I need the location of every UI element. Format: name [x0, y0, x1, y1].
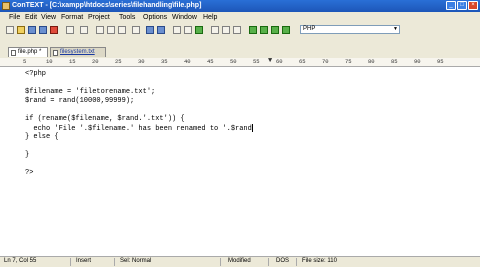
file-icon	[11, 50, 16, 56]
close-button[interactable]: ×	[468, 1, 478, 10]
user-exec-4-icon[interactable]	[282, 26, 290, 34]
copy-icon[interactable]	[107, 26, 115, 34]
menu-edit[interactable]: Edit	[25, 14, 37, 22]
line-ending-format: DOS	[276, 258, 290, 264]
menu-format[interactable]: Format	[61, 14, 83, 22]
code-line: } else {	[25, 133, 59, 141]
user-exec-1-icon[interactable]	[249, 26, 257, 34]
ruler-tick: 60	[276, 58, 283, 65]
code-line: ?>	[25, 169, 34, 177]
new-file-icon[interactable]	[6, 26, 14, 34]
ruler-tick: 95	[437, 58, 444, 65]
insert-mode: Insert	[76, 258, 92, 264]
save-all-icon[interactable]	[39, 26, 47, 34]
maximize-button[interactable]: □	[457, 1, 467, 10]
toolbar	[0, 23, 480, 38]
word-wrap-icon[interactable]	[233, 26, 241, 34]
ruler-tick: 5	[23, 58, 27, 65]
code-line: <?php	[25, 70, 47, 78]
tab-file-php[interactable]: file.php *	[8, 47, 48, 57]
ruler-tick: 30	[138, 58, 145, 65]
divider	[70, 258, 71, 266]
menu-project[interactable]: Project	[88, 14, 110, 22]
language-select[interactable]: PHP ▼	[300, 25, 400, 34]
selection-mode: Sel: Normal	[120, 258, 152, 264]
redo-icon[interactable]	[157, 26, 165, 34]
ruler-tick: 40	[184, 58, 191, 65]
divider	[268, 258, 269, 266]
ruler-tick: 20	[92, 58, 99, 65]
delete-icon[interactable]	[132, 26, 140, 34]
menu-file[interactable]: File	[9, 14, 20, 22]
divider	[220, 258, 221, 266]
ruler-tick: 85	[391, 58, 398, 65]
ruler-tick: 90	[414, 58, 421, 65]
tab-label: file.php *	[18, 49, 42, 55]
file-icon	[53, 50, 58, 56]
ruler-column-marker: ▼	[268, 57, 273, 65]
ruler-tick: 80	[368, 58, 375, 65]
menu-tools[interactable]: Tools	[119, 14, 135, 22]
ruler-tick: 70	[322, 58, 329, 65]
menu-window[interactable]: Window	[172, 14, 197, 22]
code-line: }	[25, 151, 30, 159]
code-line: if (rename($filename, $rand.'.txt')) {	[25, 115, 185, 123]
text-caret	[251, 124, 253, 132]
find-next-icon[interactable]	[184, 26, 192, 34]
cut-icon[interactable]	[96, 26, 104, 34]
app-icon	[2, 2, 10, 10]
open-folder-icon[interactable]	[17, 26, 25, 34]
divider	[296, 258, 297, 266]
ruler-tick: 55	[253, 58, 260, 65]
chevron-down-icon: ▼	[393, 26, 398, 32]
file-size: File size: 110	[302, 258, 337, 264]
ruler-tick: 35	[161, 58, 168, 65]
ruler-tick: 25	[115, 58, 122, 65]
code-line-text: echo 'File '.$filename.' has been rename…	[25, 124, 252, 133]
ruler-tick: 75	[345, 58, 352, 65]
ruler-tick: 45	[207, 58, 214, 65]
code-line: $rand = rand(10000,99999);	[25, 97, 135, 105]
outdent-icon[interactable]	[222, 26, 230, 34]
tab-filesystem-txt[interactable]: filesystem.txt	[50, 47, 106, 57]
title-bar: ConTEXT - [C:\xampp\htdocs\series\fileha…	[0, 0, 480, 12]
code-line-current: echo 'File '.$filename.' has been rename…	[25, 124, 253, 133]
tab-bar: file.php * filesystem.txt	[0, 37, 480, 58]
ruler-tick: 10	[46, 58, 53, 65]
user-exec-2-icon[interactable]	[260, 26, 268, 34]
ruler-tick: 15	[69, 58, 76, 65]
editor-window: ConTEXT - [C:\xampp\htdocs\series\fileha…	[0, 0, 480, 270]
code-line: $filename = 'filetorename.txt';	[25, 88, 156, 96]
status-bar: Ln 7, Col 55 Insert Sel: Normal Modified…	[0, 256, 480, 267]
ruler-tick: 65	[299, 58, 306, 65]
language-value: PHP	[303, 26, 316, 32]
menu-view[interactable]: View	[41, 14, 56, 22]
paste-icon[interactable]	[118, 26, 126, 34]
modified-state: Modified	[228, 258, 251, 264]
close-file-icon[interactable]	[50, 26, 58, 34]
save-icon[interactable]	[28, 26, 36, 34]
print-icon[interactable]	[66, 26, 74, 34]
code-editor[interactable]: <?php $filename = 'filetorename.txt'; $r…	[0, 67, 480, 253]
minimize-button[interactable]: _	[446, 1, 456, 10]
tab-label: filesystem.txt	[60, 49, 95, 55]
indent-icon[interactable]	[211, 26, 219, 34]
undo-icon[interactable]	[146, 26, 154, 34]
divider	[114, 258, 115, 266]
find-icon[interactable]	[173, 26, 181, 34]
menu-options[interactable]: Options	[143, 14, 167, 22]
window-title: ConTEXT - [C:\xampp\htdocs\series\fileha…	[12, 2, 202, 9]
menu-bar: File Edit View Format Project Tools Opti…	[0, 12, 480, 23]
cursor-position: Ln 7, Col 55	[4, 258, 37, 264]
ruler-tick: 50	[230, 58, 237, 65]
replace-icon[interactable]	[195, 26, 203, 34]
column-ruler: 5 10 15 20 25 30 35 40 45 50 55 60 65 70…	[0, 57, 480, 67]
menu-help[interactable]: Help	[203, 14, 217, 22]
user-exec-3-icon[interactable]	[271, 26, 279, 34]
print-preview-icon[interactable]	[80, 26, 88, 34]
